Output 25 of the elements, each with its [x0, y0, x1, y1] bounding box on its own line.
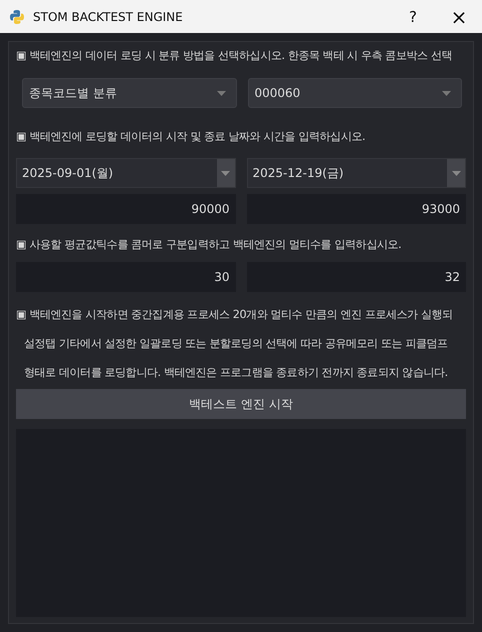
- combo-box[interactable]: 종목코드별 분류: [22, 78, 236, 108]
- combo-box[interactable]: 000060: [248, 78, 462, 108]
- input-field[interactable]: 32: [246, 262, 466, 292]
- dropdown-button[interactable]: [447, 159, 465, 187]
- section-label: ▣ 백테엔진에 로딩할 데이터의 시작 및 종료 날짜와 시간을 입력하십시오.: [16, 129, 366, 145]
- python-logo-icon: [9, 8, 25, 24]
- help-button[interactable]: ?: [390, 0, 436, 33]
- notice-text: 설정탭 기타에서 설정한 일괄로딩 또는 분할로딩의 선택에 따라 공유메모리 또는 피클덤프: [23, 336, 449, 352]
- caret-icon: [452, 170, 460, 176]
- date-field[interactable]: 2025-09-01(월): [16, 158, 236, 188]
- notice-text: ▣ 백테엔진을 시작하면 중간집계용 프로세스 20개와 멀티수 만큼의 엔진 프로세스가 실행되: [16, 307, 454, 323]
- section-label: ▣ 백테엔진의 데이터 로딩 시 분류 방법을 선택하십시오. 한종목 백테 시 우측 콤보박스 선택: [16, 48, 453, 64]
- section-label: ▣ 사용할 평균값틱수를 콤머로 구분입력하고 백테엔진의 멀티수를 입력하십시오.: [16, 237, 402, 253]
- close-button[interactable]: ×: [436, 0, 482, 33]
- start-button[interactable]: 백테스트 엔진 시작: [16, 389, 466, 419]
- caret-icon: [442, 90, 451, 96]
- time-field[interactable]: 93000: [246, 194, 466, 224]
- window-title: STOM BACKTEST ENGINE: [33, 10, 183, 24]
- notice-text: 형태로 데이터를 로딩합니다. 백테엔진은 프로그램을 종료하기 전까지 종료되지 않습니다.: [23, 365, 449, 381]
- caret-icon: [221, 170, 230, 176]
- time-field[interactable]: 90000: [16, 194, 236, 224]
- caret-icon: [216, 90, 226, 96]
- input-field[interactable]: 30: [16, 262, 236, 292]
- dropdown-button[interactable]: [216, 159, 234, 187]
- date-field[interactable]: 2025-12-19(금): [246, 158, 466, 188]
